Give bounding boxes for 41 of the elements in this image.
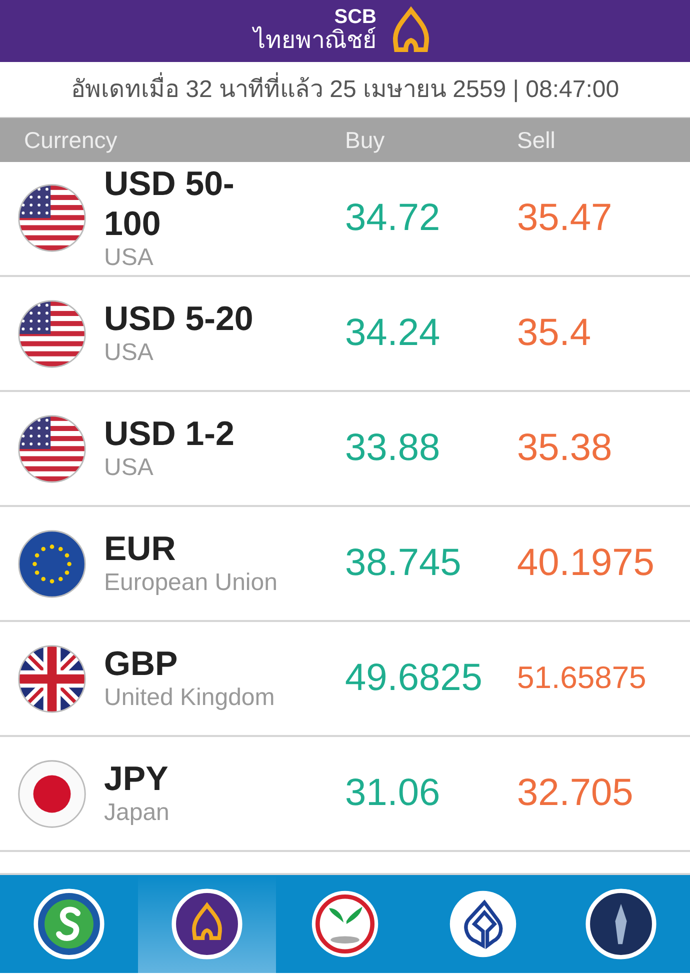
sell-rate: 35.38 bbox=[517, 427, 612, 469]
country-name: USA bbox=[104, 244, 154, 273]
country-name: USA bbox=[104, 339, 154, 368]
flag-icon bbox=[16, 182, 88, 254]
country-name: Japan bbox=[104, 799, 170, 828]
country-name: United Kingdom bbox=[104, 684, 275, 713]
flag-icon bbox=[16, 298, 88, 370]
currency-code: USD 5-20 bbox=[104, 299, 254, 340]
brand-name: SCB bbox=[334, 7, 376, 27]
currency-code: USD 50-100 bbox=[104, 164, 236, 244]
column-header: Currency bbox=[23, 126, 118, 155]
buy-rate: 34.24 bbox=[345, 312, 440, 354]
sell-rate: 40.1975 bbox=[517, 542, 654, 584]
flag-icon bbox=[16, 412, 88, 484]
bank-logo-icon bbox=[33, 888, 105, 960]
brand-name-thai: ไทยพาณิชย์ bbox=[254, 27, 376, 55]
bank-logo-icon bbox=[585, 888, 657, 960]
bank-logo-icon bbox=[309, 888, 381, 960]
column-header: Buy bbox=[345, 126, 386, 155]
sell-rate: 35.4 bbox=[517, 312, 591, 354]
sell-rate: 32.705 bbox=[517, 772, 634, 814]
buy-rate: 31.06 bbox=[345, 772, 440, 814]
currency-code: JPY bbox=[104, 759, 170, 800]
currency-code: GBP bbox=[104, 644, 179, 684]
currency-code: USD 1-2 bbox=[104, 414, 234, 454]
buy-rate: 49.6825 bbox=[345, 657, 482, 699]
flag-icon bbox=[16, 758, 88, 830]
update-time: อัพเดทเมื่อ 32 นาทีที่แล้ว 25 เมษายน 2559 | 08:47:00 bbox=[70, 72, 620, 108]
column-header: Sell bbox=[517, 126, 556, 155]
buy-rate: 33.88 bbox=[345, 427, 440, 469]
sell-rate: 35.47 bbox=[517, 197, 612, 239]
country-name: European Union bbox=[104, 569, 278, 598]
bank-logo-icon bbox=[171, 888, 243, 960]
sell-rate: 51.65875 bbox=[517, 660, 646, 696]
buy-rate: 38.745 bbox=[345, 542, 462, 584]
currency-code: EUR bbox=[104, 529, 177, 570]
country-name: USA bbox=[104, 454, 154, 483]
bank-logo-icon bbox=[447, 888, 519, 960]
buy-rate: 34.72 bbox=[345, 197, 440, 239]
flag-icon bbox=[16, 528, 88, 600]
flag-icon bbox=[16, 642, 88, 714]
